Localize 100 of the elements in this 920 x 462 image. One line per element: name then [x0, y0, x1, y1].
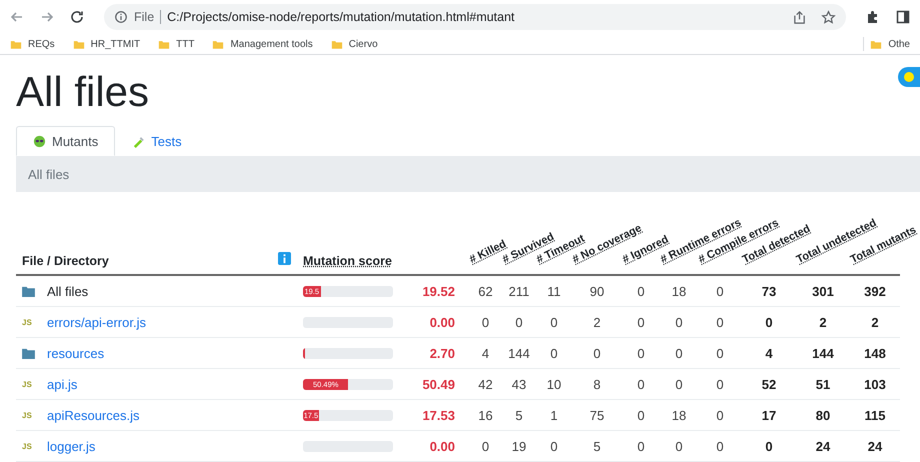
table-cell: 0	[765, 438, 773, 454]
folder-icon	[212, 38, 224, 50]
sidebar-icon[interactable]	[895, 9, 911, 25]
table-cell: 0	[550, 314, 558, 330]
table-cell: 2	[819, 314, 827, 330]
folder-icon	[10, 38, 22, 50]
table-cell: 0	[593, 346, 601, 360]
table-cell: 0	[637, 346, 645, 360]
tab[interactable]: Mutants	[16, 126, 116, 156]
bookmark[interactable]: Management tools	[212, 38, 313, 50]
table-cell: 144	[812, 346, 834, 360]
table-cell: 42	[478, 376, 493, 392]
js-file-label: JS	[22, 442, 33, 450]
share-icon[interactable]	[792, 10, 807, 24]
table-cell: 11	[547, 284, 561, 298]
table-cell: 0	[637, 376, 645, 392]
sun-icon	[903, 71, 915, 83]
mutation-score: 0.00	[430, 438, 455, 454]
table-cell: 24	[816, 438, 830, 454]
mutation-score: 50.49	[422, 376, 455, 392]
table-cell: 17	[762, 408, 776, 422]
mutation-score: 17.53	[422, 408, 455, 422]
table-cell: 0	[515, 314, 523, 330]
table-cell: 0	[550, 346, 558, 360]
table-cell: 144	[508, 346, 530, 360]
table-cell: 4	[765, 346, 773, 360]
table-cell: 148	[864, 346, 886, 360]
table-cell: 5	[593, 438, 601, 454]
table-cell: 301	[812, 284, 834, 298]
table-cell: 73	[762, 284, 776, 298]
table-cell: 51	[816, 376, 830, 392]
table-cell: 18	[672, 284, 686, 298]
bookmark[interactable]: Ciervo	[330, 38, 378, 50]
table-cell: 5	[515, 408, 523, 422]
file-name[interactable]: apiResources.js	[47, 408, 140, 422]
table-cell: 0	[675, 314, 683, 330]
url-text: C:/Projects/omise-node/reports/mutation/mutation.html#mutant	[167, 10, 515, 24]
table-cell: 0	[482, 438, 490, 454]
bookmark[interactable]: REQs	[10, 38, 55, 50]
table-cell: 0	[716, 376, 724, 392]
table-cell: 0	[716, 408, 724, 422]
table-cell: 0	[675, 376, 683, 392]
table-cell: 0	[716, 284, 724, 298]
folder-icon	[22, 348, 35, 358]
table-cell: 24	[868, 438, 882, 454]
table-cell: 10	[546, 376, 562, 392]
column-header[interactable]: Mutation score	[303, 254, 392, 268]
address-bar[interactable]: File C:/Projects/omise-node/reports/mutation/mutation.html#mutant	[104, 4, 846, 30]
table-cell: 0	[765, 314, 773, 330]
table-cell: 103	[864, 376, 886, 392]
table-cell: 0	[637, 438, 645, 454]
js-file-label: JS	[22, 410, 33, 420]
breadcrumb[interactable]: All files	[28, 166, 70, 182]
table-cell: 0	[482, 314, 490, 330]
table-cell: 8	[593, 376, 601, 392]
table-cell: 4	[482, 346, 490, 360]
test-tube-icon	[132, 134, 146, 148]
folder-icon	[330, 38, 343, 50]
table-cell: 80	[816, 408, 830, 422]
reload-icon[interactable]	[69, 9, 85, 25]
info-icon[interactable]	[278, 252, 291, 265]
table-cell: 0	[716, 314, 724, 330]
table-cell: 2	[593, 314, 601, 330]
table-cell: 62	[478, 284, 493, 298]
table-cell: 0	[550, 438, 558, 454]
file-name[interactable]: resources	[47, 346, 104, 360]
bookmark[interactable]: HR_TTMIT	[72, 38, 140, 50]
table-cell: 0	[675, 438, 683, 454]
table-cell: 90	[590, 284, 604, 298]
bookmark[interactable]: Othe	[870, 38, 910, 50]
mutation-score: 2.70	[430, 346, 455, 360]
mutation-score: 0.00	[430, 314, 455, 330]
info-icon	[114, 10, 128, 24]
file-name[interactable]: api.js	[47, 376, 78, 392]
table-cell: 19	[512, 438, 526, 454]
table-cell: 392	[864, 284, 886, 298]
table-cell: 0	[716, 438, 724, 454]
folder-icon	[870, 38, 882, 50]
page-title: All files	[16, 67, 150, 117]
table-cell: 75	[590, 408, 604, 422]
tab[interactable]: Tests	[115, 126, 199, 156]
js-file-label: JS	[22, 380, 33, 388]
table-cell: 0	[637, 408, 645, 422]
file-name[interactable]: errors/api-error.js	[47, 314, 146, 330]
scheme-label: File	[134, 10, 162, 24]
table-cell: 43	[512, 376, 526, 392]
file-name[interactable]: logger.js	[47, 438, 96, 454]
folder-icon	[158, 38, 170, 50]
folder-icon	[22, 286, 35, 296]
table-cell: 1	[550, 408, 558, 422]
mutation-score: 19.52	[422, 284, 455, 298]
table-cell: 0	[637, 314, 645, 330]
table-cell: 2	[871, 314, 879, 330]
column-header: File / Directory	[22, 254, 109, 268]
star-icon[interactable]	[821, 10, 836, 24]
bookmark[interactable]: TTT	[158, 38, 194, 50]
table-cell: 18	[672, 408, 686, 422]
alien-icon	[33, 134, 46, 148]
js-file-label: JS	[22, 318, 33, 326]
table-cell: 0	[675, 346, 683, 360]
